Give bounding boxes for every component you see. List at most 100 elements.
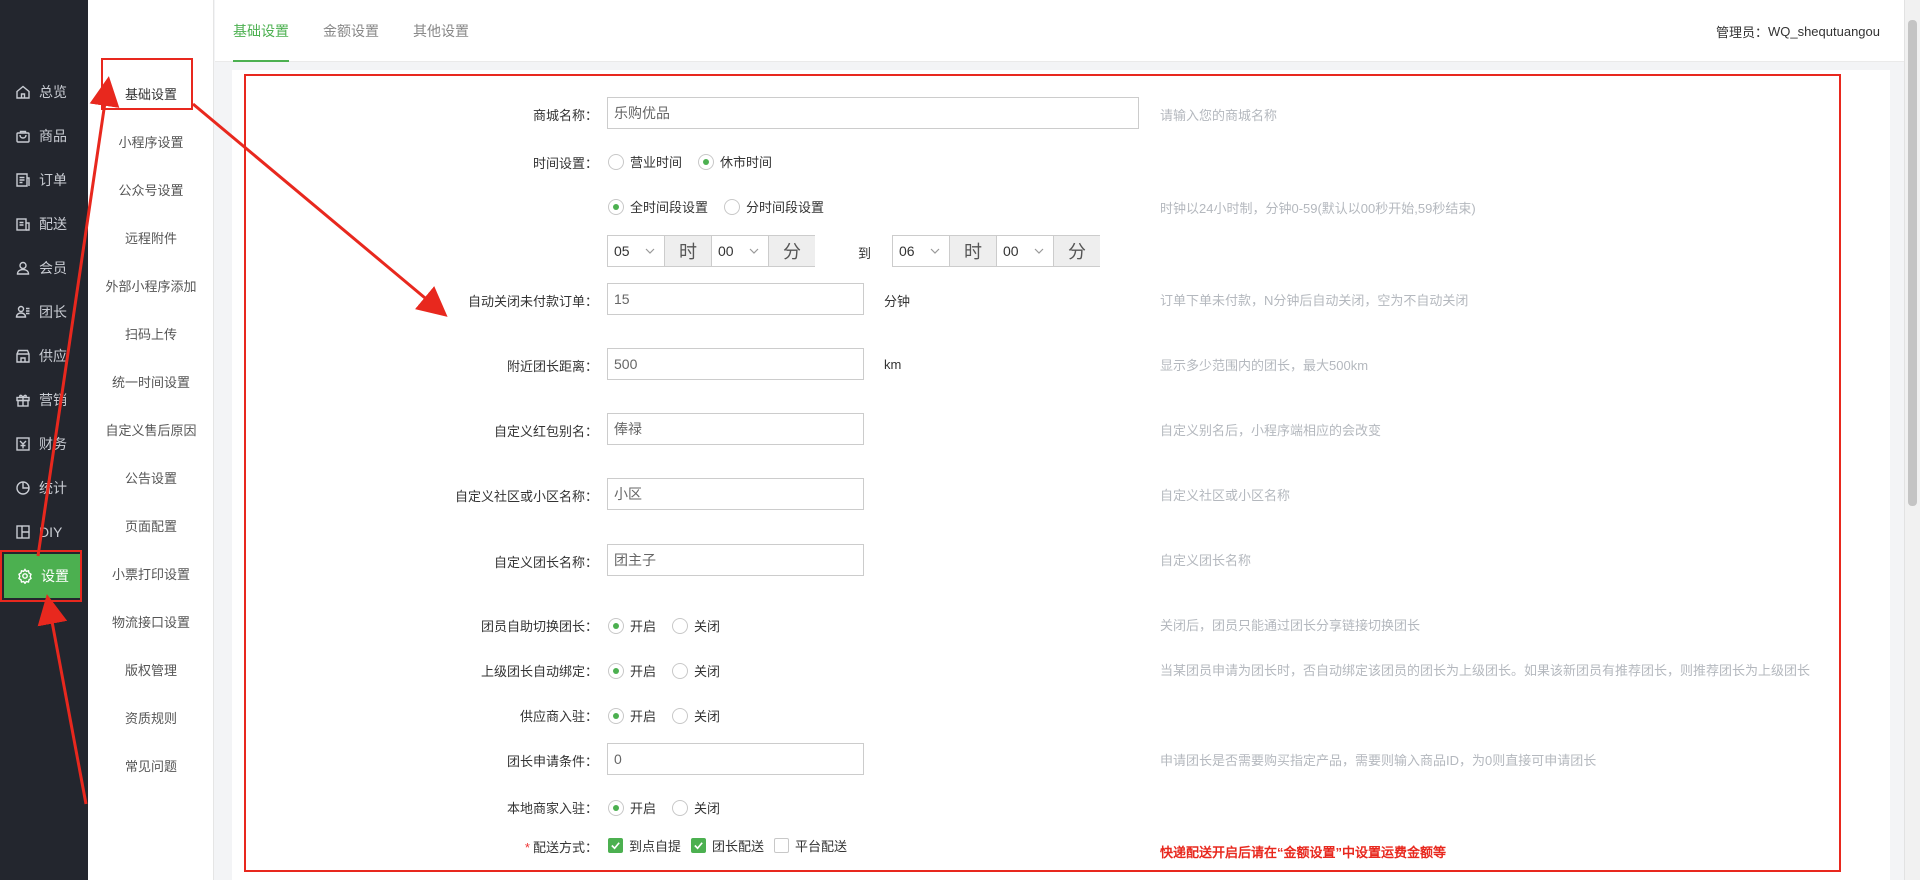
checkbox-leader-delivery[interactable]: 团长配送: [691, 836, 764, 855]
radio-circle[interactable]: [608, 153, 624, 170]
hour-unit-addon: 时: [950, 235, 996, 267]
radio-off[interactable]: 关闭: [672, 616, 720, 635]
sidebar-item-orders[interactable]: 订单: [0, 158, 88, 202]
radio-circle[interactable]: [724, 198, 741, 215]
submenu-item-official-account[interactable]: 公众号设置: [88, 169, 214, 209]
sidebar-item-statistics[interactable]: 统计: [0, 466, 88, 510]
sidebar-item-label: 财务: [39, 436, 67, 452]
submenu-item-copyright[interactable]: 版权管理: [88, 649, 214, 689]
shop-name-label: 商城名称：: [532, 108, 598, 123]
radio-full-period[interactable]: 全时间段设置: [608, 197, 708, 216]
sidebar-item-supply[interactable]: 供应: [0, 334, 88, 378]
submenu-item-scan-upload[interactable]: 扫码上传: [88, 313, 214, 353]
submenu-item-external-miniprogram[interactable]: 外部小程序添加: [88, 265, 214, 305]
submenu-item-page-config[interactable]: 页面配置: [88, 505, 214, 545]
order-icon: [15, 172, 31, 188]
radio-business-hours[interactable]: 营业时间: [608, 152, 682, 171]
radio-on[interactable]: 开启: [608, 798, 656, 817]
submenu-item-unified-time[interactable]: 统一时间设置: [88, 361, 214, 401]
end-hour-select[interactable]: 06: [892, 235, 950, 267]
sidebar-item-label: 统计: [39, 480, 67, 496]
checkbox-box[interactable]: [608, 838, 623, 853]
finance-icon: [15, 436, 31, 452]
radio-on[interactable]: 开启: [608, 661, 656, 680]
tab-basic-settings[interactable]: 基础设置: [233, 0, 289, 62]
radio-circle[interactable]: [608, 662, 624, 679]
radio-label: 开启: [630, 619, 657, 634]
redpack-alias-input[interactable]: 俸禄: [607, 413, 864, 445]
community-name-input[interactable]: 小区: [607, 478, 864, 510]
radio-circle[interactable]: [608, 707, 624, 724]
shop-name-input[interactable]: 乐购优品: [607, 97, 1139, 129]
sidebar-item-label: 营销: [39, 392, 67, 408]
radio-on[interactable]: 开启: [608, 616, 656, 635]
settings-form: 商城名称： 乐购优品 请输入您的商城名称 时间设置： 营业时间 休市时间 全时间…: [232, 70, 1890, 880]
sidebar-item-overview[interactable]: 总览: [0, 70, 88, 114]
sidebar-item-delivery[interactable]: 配送: [0, 202, 88, 246]
nearby-distance-label: 附近团长距离：: [506, 359, 598, 374]
radio-off[interactable]: 关闭: [672, 706, 720, 725]
time-range-to: 到: [858, 246, 872, 261]
delivery-label: * 配送方式：: [525, 837, 598, 856]
sidebar-item-leaders[interactable]: 团长: [0, 290, 88, 334]
radio-closed-hours[interactable]: 休市时间: [698, 152, 772, 171]
submenu-item-aftersale-reasons[interactable]: 自定义售后原因: [88, 409, 214, 449]
submenu-item-announcement[interactable]: 公告设置: [88, 457, 214, 497]
community-name-hint: 自定义社区或小区名称: [1160, 488, 1291, 503]
radio-circle[interactable]: [608, 198, 624, 215]
sidebar-item-goods[interactable]: 商品: [0, 114, 88, 158]
radio-label: 关闭: [694, 619, 721, 634]
leader-name-input[interactable]: 团主子: [607, 544, 864, 576]
leader-apply-input[interactable]: 0: [607, 743, 864, 775]
local-merchant-label: 本地商家入驻：: [506, 801, 598, 816]
sidebar-item-label: 商品: [39, 128, 67, 144]
radio-circle[interactable]: [698, 153, 715, 170]
submenu-item-miniprogram[interactable]: 小程序设置: [88, 121, 214, 161]
checkbox-box[interactable]: [774, 838, 790, 853]
tab-other-settings[interactable]: 其他设置: [413, 0, 469, 62]
sidebar-item-diy[interactable]: DIY: [0, 510, 88, 554]
submenu-item-qualification-rules[interactable]: 资质规则: [88, 697, 214, 737]
page-scrollbar[interactable]: [1904, 0, 1920, 880]
submenu-item-logistics-api[interactable]: 物流接口设置: [88, 601, 214, 641]
gift-icon: [15, 392, 31, 408]
bag-icon: [15, 128, 31, 144]
sidebar-item-marketing[interactable]: 营销: [0, 378, 88, 422]
end-minute-select[interactable]: 00: [996, 235, 1054, 267]
radio-circle[interactable]: [672, 662, 689, 679]
radio-circle[interactable]: [672, 617, 689, 634]
submenu-item-basic-settings[interactable]: 基础设置: [88, 73, 214, 113]
sidebar-item-finance[interactable]: 财务: [0, 422, 88, 466]
radio-off[interactable]: 关闭: [672, 661, 720, 680]
submenu-item-receipt-print[interactable]: 小票打印设置: [88, 553, 214, 593]
radio-circle[interactable]: [672, 707, 689, 724]
admin-label: 管理员：: [1715, 24, 1768, 40]
checkbox-pickup[interactable]: 到点自提: [608, 836, 681, 855]
delivery-icon: [15, 216, 31, 232]
admin-name[interactable]: WQ_shequtuangou: [1768, 24, 1880, 39]
sidebar-item-settings[interactable]: 设置: [4, 554, 80, 598]
minute-unit-addon: 分: [769, 235, 815, 267]
scrollbar-thumb[interactable]: [1908, 20, 1917, 506]
submenu-item-faq[interactable]: 常见问题: [88, 745, 214, 785]
radio-circle[interactable]: [608, 617, 624, 634]
checkbox-box[interactable]: [691, 838, 707, 853]
nearby-distance-input[interactable]: 500: [607, 348, 864, 380]
sidebar-item-label: 配送: [39, 216, 67, 232]
delivery-label-text: 配送方式：: [532, 840, 598, 855]
auto-close-input[interactable]: 15: [607, 283, 864, 315]
submenu-item-remote-attachment[interactable]: 远程附件: [88, 217, 214, 257]
radio-on[interactable]: 开启: [608, 706, 656, 725]
start-hour-select[interactable]: 05: [607, 235, 665, 267]
sidebar-item-members[interactable]: 会员: [0, 246, 88, 290]
radio-split-period[interactable]: 分时间段设置: [724, 197, 824, 216]
start-minute-select[interactable]: 00: [711, 235, 769, 267]
auto-close-label: 自动关闭未付款订单：: [467, 294, 598, 309]
radio-circle[interactable]: [672, 799, 689, 816]
radio-off[interactable]: 关闭: [672, 798, 720, 817]
checkbox-platform-delivery[interactable]: 平台配送: [774, 836, 847, 855]
radio-circle[interactable]: [608, 799, 624, 816]
delivery-hint: 快递配送开启后请在“金额设置”中设置运费金额等: [1160, 845, 1447, 860]
leader-apply-label: 团长申请条件：: [506, 754, 598, 769]
tab-amount-settings[interactable]: 金额设置: [323, 0, 379, 62]
